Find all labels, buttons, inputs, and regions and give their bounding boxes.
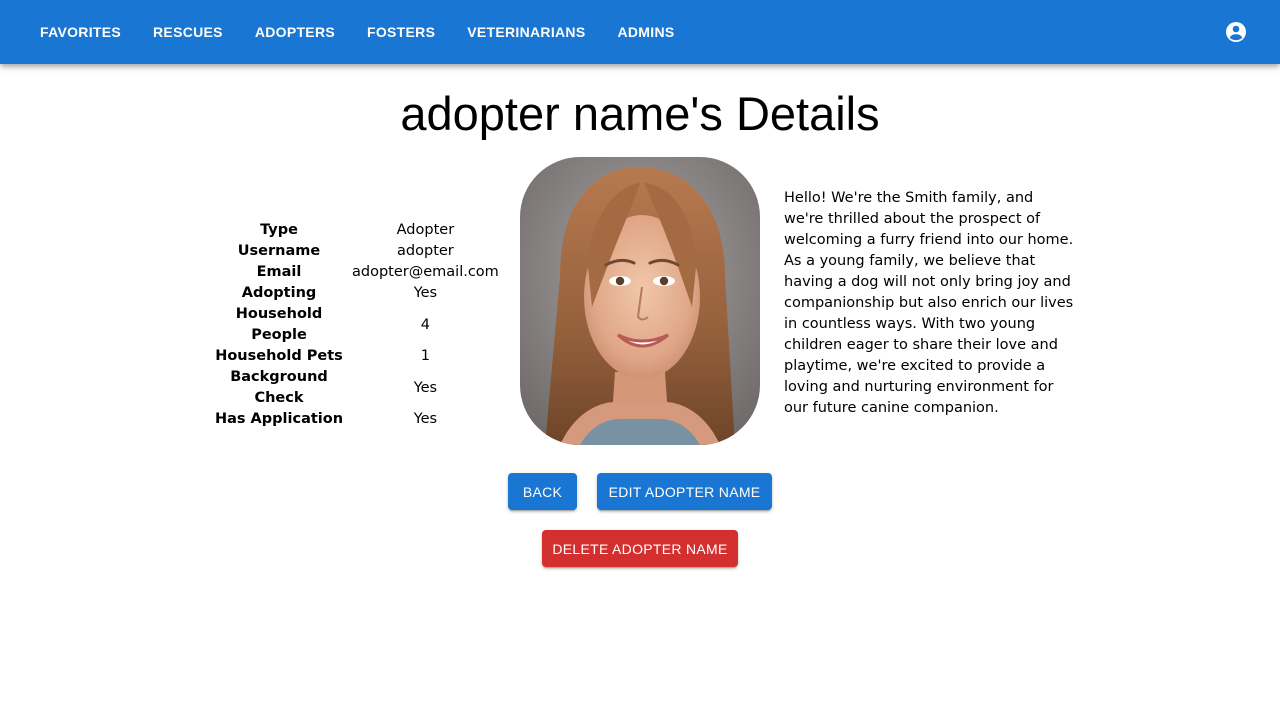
portrait-image: [520, 157, 760, 445]
nav-adopters[interactable]: ADOPTERS: [239, 18, 351, 46]
table-row: Username adopter: [208, 241, 501, 262]
table-row: Household People 4: [208, 304, 501, 346]
detail-value: 1: [420, 348, 431, 364]
detail-key: Household Pets: [215, 348, 343, 364]
detail-value: Adopter: [396, 222, 455, 238]
page-title: adopter name's Details: [400, 87, 880, 140]
nav-veterinarians[interactable]: VETERINARIANS: [451, 18, 601, 46]
nav-fosters[interactable]: FOSTERS: [351, 18, 451, 46]
detail-value: Yes: [413, 379, 438, 396]
back-button[interactable]: BACK: [508, 473, 577, 510]
detail-key: Has Application: [214, 411, 344, 427]
nav-favorites[interactable]: FAVORITES: [24, 18, 137, 46]
table-row: Email adopter@email.com: [208, 262, 501, 283]
table-row: Background Check Yes: [208, 367, 501, 409]
detail-value: adopter: [397, 243, 454, 259]
details-table: Type Adopter Username adopter Email adop…: [208, 220, 501, 430]
table-row: Adopting Yes: [208, 283, 501, 304]
edit-adopter-button[interactable]: EDIT ADOPTER NAME: [597, 473, 772, 510]
detail-key: Adopting: [241, 285, 317, 301]
adopter-bio: Hello! We're the Smith family, and we're…: [784, 190, 1074, 416]
account-button[interactable]: [1224, 20, 1248, 44]
nav-admins[interactable]: ADMINS: [601, 18, 690, 46]
detail-value: adopter@email.com: [352, 264, 499, 280]
adopter-photo: [520, 157, 760, 445]
account-circle-icon: [1226, 22, 1246, 42]
detail-key: Email: [256, 264, 302, 280]
table-row: Type Adopter: [208, 220, 501, 241]
delete-adopter-button[interactable]: DELETE ADOPTER NAME: [542, 530, 738, 567]
detail-value: 4: [420, 316, 431, 333]
detail-key: Type: [260, 222, 298, 238]
detail-key: Household People: [235, 306, 323, 343]
detail-value: Yes: [413, 411, 438, 427]
table-row: Has Application Yes: [208, 409, 501, 430]
detail-key: Background Check: [230, 369, 328, 406]
detail-value: Yes: [413, 285, 438, 301]
table-row: Household Pets 1: [208, 346, 501, 367]
nav-rescues[interactable]: RESCUES: [137, 18, 239, 46]
detail-key: Username: [237, 243, 321, 259]
app-bar: FAVORITES RESCUES ADOPTERS FOSTERS VETER…: [0, 0, 1280, 64]
